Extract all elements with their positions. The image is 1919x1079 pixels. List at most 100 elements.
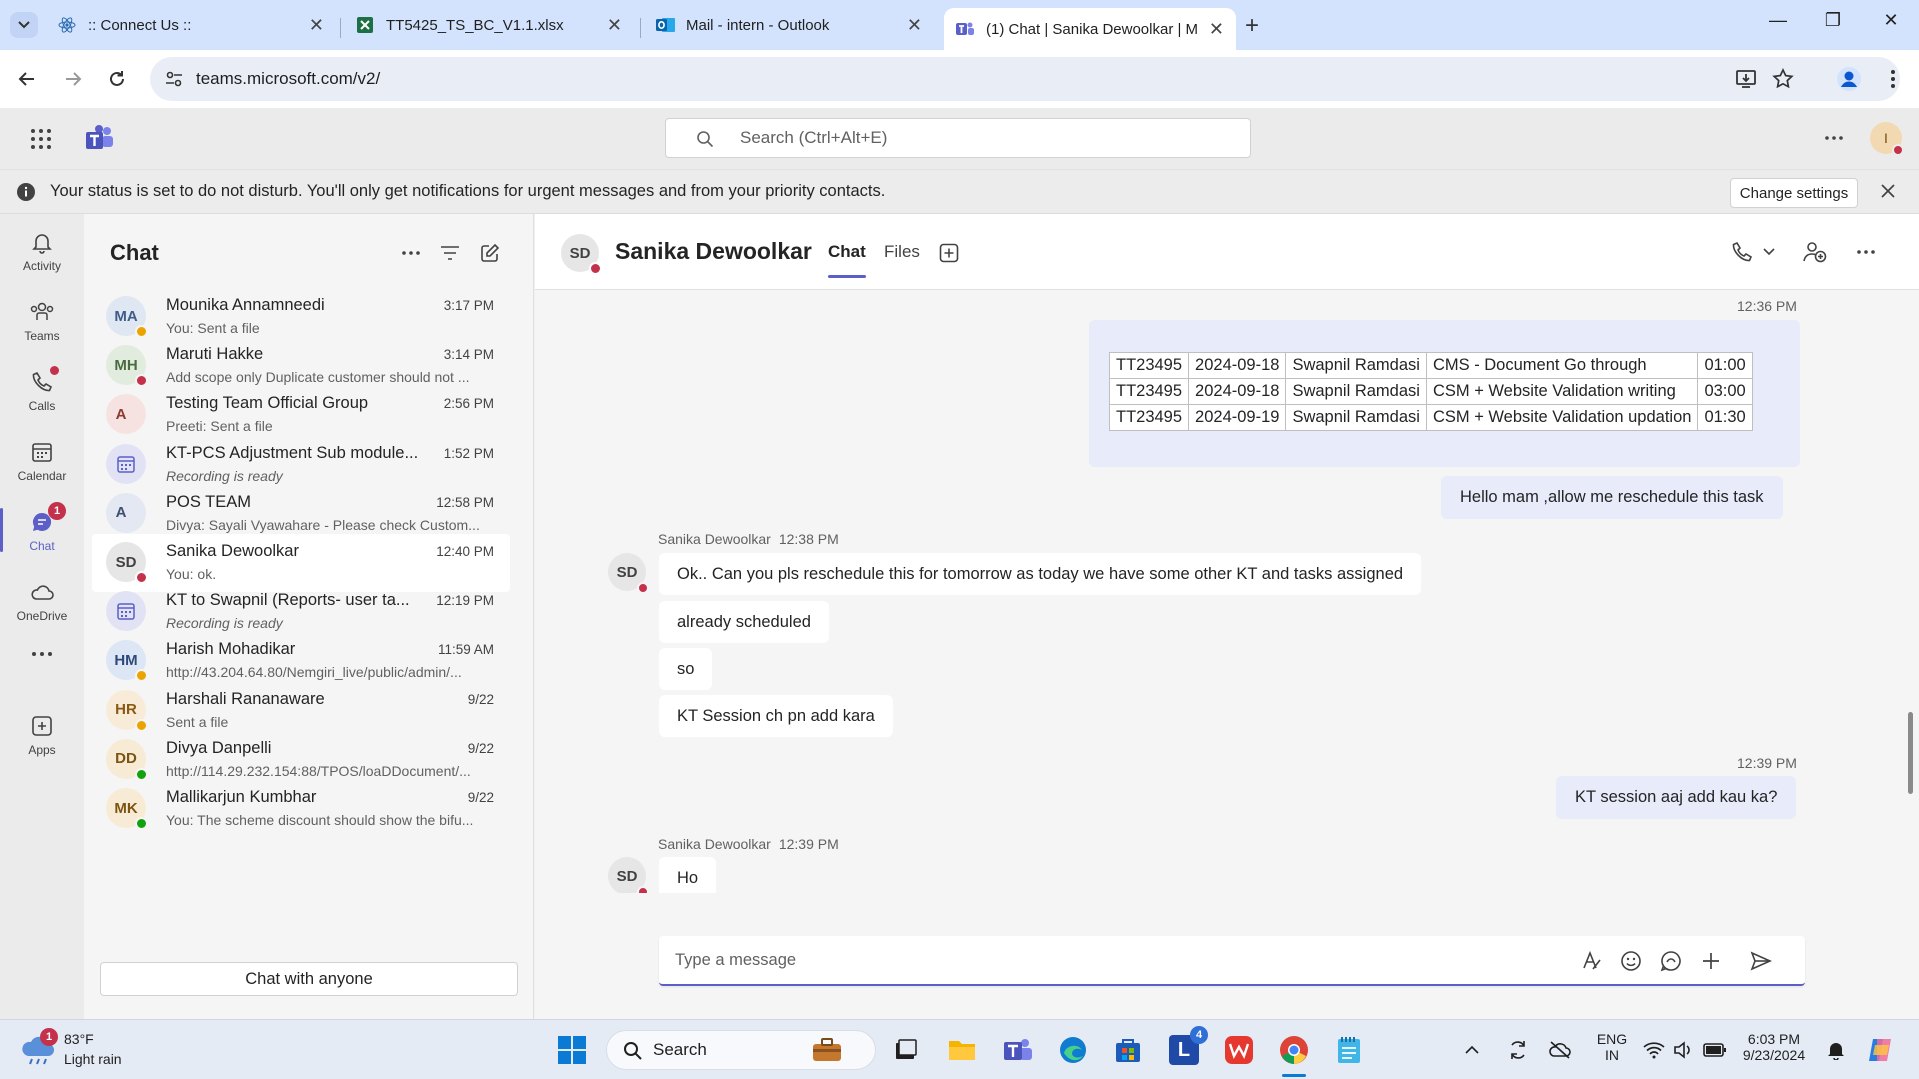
copilot-icon[interactable] [1862, 1032, 1898, 1068]
new-chat-icon[interactable] [479, 242, 501, 264]
close-banner-icon[interactable] [1880, 183, 1896, 199]
close-tab-icon[interactable]: ✕ [1209, 19, 1224, 40]
edge-icon[interactable] [1055, 1032, 1091, 1068]
more-options-icon[interactable] [1825, 136, 1843, 140]
install-app-icon[interactable] [1735, 68, 1757, 90]
emoji-icon[interactable] [1619, 949, 1643, 973]
add-tab-icon[interactable] [937, 241, 961, 265]
chat-with-anyone-button[interactable]: Chat with anyone [100, 962, 518, 996]
close-tab-icon[interactable]: ✕ [309, 15, 324, 36]
l-app-icon[interactable]: L 4 [1166, 1026, 1208, 1068]
browser-tab-connect-us[interactable]: :: Connect Us :: ✕ [46, 8, 336, 42]
my-table-message[interactable]: TT23495 2024-09-18 Swapnil Ramdasi CMS - Do… [1089, 320, 1800, 467]
close-tab-icon[interactable]: ✕ [607, 15, 622, 36]
table-cell: CSM + Website Validation updation [1425, 404, 1699, 431]
close-tab-icon[interactable]: ✕ [907, 15, 922, 36]
incoming-message-bubble[interactable]: so [659, 648, 713, 690]
battery-icon[interactable] [1700, 1032, 1730, 1068]
clock[interactable]: 6:03 PM 9/23/2024 [1734, 1031, 1814, 1063]
minimize-button[interactable]: — [1758, 10, 1798, 31]
reload-button[interactable] [104, 66, 130, 92]
meeting-avatar [106, 591, 146, 632]
rail-item-calendar[interactable]: Calendar [0, 428, 84, 492]
send-icon[interactable] [1749, 949, 1773, 973]
filter-icon[interactable] [439, 242, 461, 264]
call-options-chevron-icon[interactable] [1757, 240, 1781, 264]
add-icon[interactable] [1699, 949, 1723, 973]
cloud-offline-icon[interactable] [1546, 1032, 1574, 1068]
message-avatar[interactable]: SD [608, 553, 649, 594]
chat-item-preview: You: The scheme discount should show the… [166, 812, 474, 828]
bookmark-star-icon[interactable] [1772, 68, 1794, 90]
rail-item-teams[interactable]: Teams [0, 288, 84, 352]
avatar: MH [106, 345, 148, 388]
rail-item-chat[interactable]: 1 Chat [0, 498, 84, 562]
new-tab-button[interactable]: + [1245, 12, 1259, 40]
briefcase-icon [811, 1037, 843, 1063]
my-message-bubble[interactable]: Hello mam ,allow me reschedule this task [1441, 476, 1783, 519]
tab-chat[interactable]: Chat [828, 242, 866, 278]
message-avatar[interactable]: SD [608, 857, 649, 893]
rail-more-button[interactable] [0, 634, 84, 674]
chrome-icon[interactable] [1276, 1032, 1312, 1077]
volume-icon[interactable] [1670, 1032, 1698, 1068]
close-window-button[interactable]: ✕ [1871, 10, 1911, 31]
browser-tab-excel[interactable]: TT5425_TS_BC_V1.1.xlsx ✕ [344, 8, 634, 42]
table-cell: CMS - Document Go through [1425, 352, 1699, 379]
start-button[interactable] [554, 1032, 590, 1068]
rail-item-calls[interactable]: Calls [0, 358, 84, 422]
wps-office-icon[interactable] [1221, 1032, 1257, 1068]
tray-chevron-icon[interactable] [1462, 1032, 1482, 1068]
notepad-icon[interactable] [1331, 1032, 1367, 1068]
language-indicator[interactable]: ENG IN [1594, 1031, 1630, 1063]
sync-icon[interactable] [1504, 1032, 1532, 1068]
chat-list-more-icon[interactable] [400, 242, 422, 264]
browser-tab-teams[interactable]: (1) Chat | Sanika Dewoolkar | M ✕ [944, 8, 1236, 50]
back-button[interactable] [14, 66, 40, 92]
rail-item-onedrive[interactable]: OneDrive [0, 568, 84, 632]
incoming-message-bubble[interactable]: already scheduled [659, 601, 829, 643]
task-view-icon[interactable] [888, 1032, 924, 1068]
incoming-message-bubble[interactable]: Ok.. Can you pls reschedule this for tom… [659, 553, 1422, 595]
browser-menu-button[interactable] [1880, 66, 1906, 92]
incoming-message-bubble[interactable]: KT Session ch pn add kara [659, 695, 893, 737]
format-icon[interactable] [1579, 949, 1603, 973]
my-message-bubble[interactable]: KT session aaj add kau ka? [1556, 776, 1797, 819]
incoming-message-bubble[interactable]: Ho [659, 857, 717, 893]
compose-box[interactable]: Type a message [659, 936, 1805, 986]
store-icon[interactable] [1110, 1032, 1146, 1068]
conversation-more-icon[interactable] [1854, 240, 1878, 264]
avatar: HM [106, 640, 148, 683]
change-settings-button[interactable]: Change settings [1730, 178, 1858, 208]
notifications-bell-icon[interactable] [1822, 1032, 1850, 1068]
tab-search-button[interactable] [10, 12, 38, 38]
rail-item-apps[interactable]: Apps [0, 702, 84, 766]
forward-button[interactable] [60, 66, 86, 92]
presence-away-indicator [135, 325, 148, 338]
user-avatar[interactable]: I [1870, 122, 1904, 156]
conversation-avatar[interactable]: SD [561, 234, 602, 275]
info-icon [16, 182, 36, 202]
tab-label: Mail - intern - Outlook [686, 16, 830, 34]
browser-tab-outlook[interactable]: Mail - intern - Outlook ✕ [644, 8, 934, 42]
call-icon[interactable] [1730, 240, 1754, 264]
site-info-icon[interactable] [164, 69, 184, 89]
teams-search-input[interactable]: Search (Ctrl+Alt+E) [665, 118, 1251, 158]
restore-button[interactable]: ❐ [1813, 10, 1853, 31]
add-people-icon[interactable] [1803, 240, 1827, 264]
tab-files[interactable]: Files [884, 242, 920, 262]
rail-item-activity[interactable]: Activity [0, 218, 84, 282]
teams-taskbar-icon[interactable] [1000, 1032, 1036, 1068]
avatar: SD [106, 542, 148, 584]
omnibox[interactable]: teams.microsoft.com/v2/ [150, 57, 1900, 101]
messages-scrollbar[interactable] [1908, 712, 1913, 794]
loop-icon[interactable] [1659, 949, 1683, 973]
chat-item-preview: Sent a file [166, 713, 229, 730]
chat-list-item[interactable]: MK Mallikarjun Kumbhar 9/22 You: The scheme… [92, 780, 510, 838]
wifi-icon[interactable] [1640, 1032, 1668, 1068]
file-explorer-icon[interactable] [944, 1032, 980, 1068]
weather-widget[interactable]: 1 [18, 1028, 58, 1066]
taskbar-search[interactable]: Search [606, 1030, 876, 1070]
profile-icon[interactable] [1836, 66, 1862, 92]
app-launcher-icon[interactable] [30, 128, 52, 150]
